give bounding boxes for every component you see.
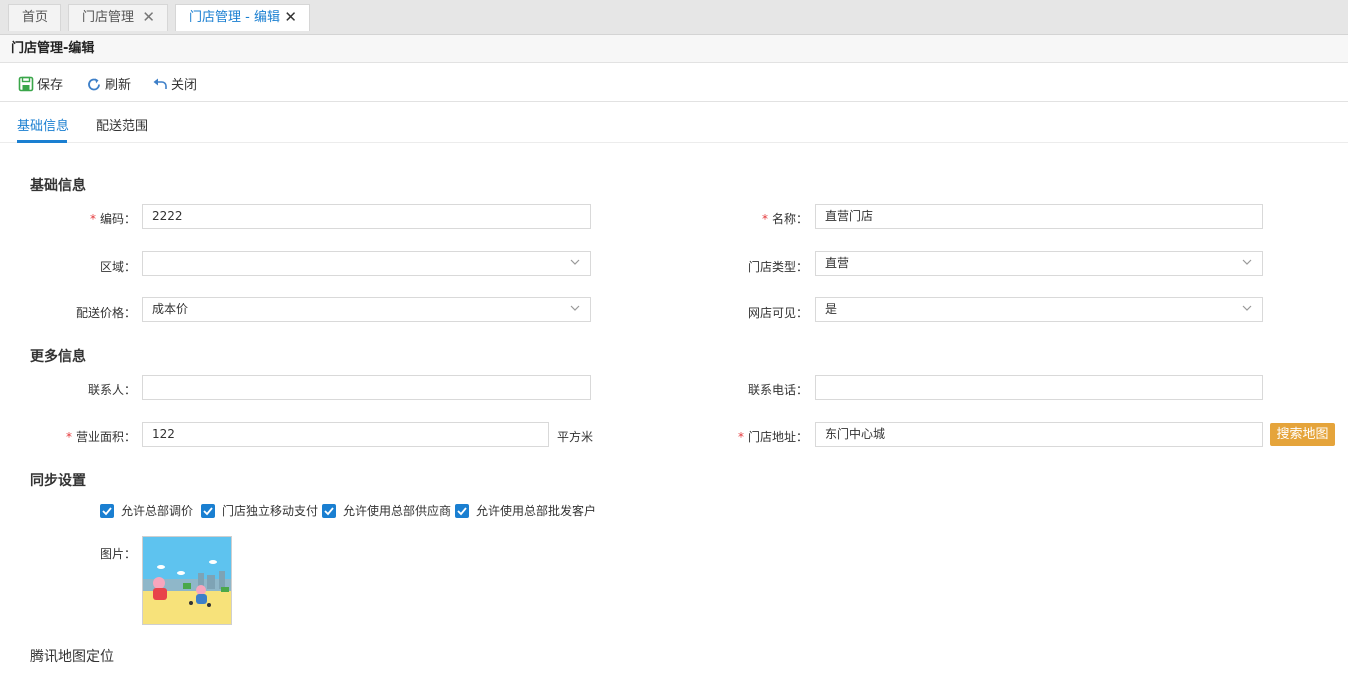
phone-label: 联系电话： bbox=[747, 383, 808, 397]
section-title-more: 更多信息 bbox=[30, 349, 86, 365]
checkbox-hq-price[interactable]: 允许总部调价 bbox=[100, 502, 193, 519]
tab-bar: 首页 门店管理 ✕ 门店管理 - 编辑 ✕ bbox=[0, 0, 1348, 35]
code-input[interactable]: 2222 bbox=[142, 204, 591, 229]
active-tab-indicator bbox=[17, 140, 67, 143]
online-visible-select[interactable]: 是 bbox=[815, 297, 1263, 322]
toolbar: 保存 刷新 关闭 bbox=[0, 64, 1348, 102]
tab-store-edit[interactable]: 门店管理 - 编辑 ✕ bbox=[175, 4, 310, 31]
checkbox-label: 允许总部调价 bbox=[121, 504, 194, 518]
address-label: * 门店地址： bbox=[737, 430, 808, 444]
checkbox-label: 门店独立移动支付 bbox=[222, 504, 319, 518]
area-input[interactable]: 122 bbox=[142, 422, 549, 447]
close-icon[interactable]: ✕ bbox=[142, 5, 155, 30]
save-button[interactable]: 保存 bbox=[18, 74, 63, 93]
delivery-price-value: 成本价 bbox=[152, 302, 189, 316]
save-icon bbox=[18, 76, 34, 91]
form-tabs: 基础信息 配送范围 bbox=[0, 102, 1348, 143]
checkbox-checked-icon[interactable] bbox=[201, 503, 215, 518]
tab-home[interactable]: 首页 bbox=[8, 4, 61, 31]
contact-label: 联系人： bbox=[87, 383, 136, 397]
chevron-down-icon bbox=[570, 259, 580, 265]
search-map-button[interactable]: 搜索地图 bbox=[1270, 423, 1335, 446]
checkbox-label: 允许使用总部供应商 bbox=[343, 504, 452, 518]
close-button[interactable]: 关闭 bbox=[152, 74, 197, 93]
tab-label: 门店管理 - 编辑 bbox=[189, 10, 280, 25]
chevron-down-icon bbox=[570, 305, 580, 311]
region-select[interactable] bbox=[142, 251, 591, 276]
store-type-value: 直营 bbox=[825, 256, 850, 270]
checkbox-hq-wholesale[interactable]: 允许使用总部批发客户 bbox=[455, 502, 596, 519]
area-label: * 营业面积： bbox=[65, 430, 136, 444]
cartoon-picture bbox=[143, 537, 231, 624]
save-label: 保存 bbox=[37, 78, 64, 93]
map-section-title: 腾讯地图定位 bbox=[30, 649, 114, 665]
address-input[interactable]: 东门中心城 bbox=[815, 422, 1263, 447]
delivery-price-select[interactable]: 成本价 bbox=[142, 297, 591, 322]
store-image[interactable] bbox=[142, 536, 232, 625]
name-input[interactable]: 直营门店 bbox=[815, 204, 1263, 229]
region-label: 区域： bbox=[99, 260, 136, 274]
chevron-down-icon bbox=[1242, 305, 1252, 311]
store-type-label: 门店类型： bbox=[747, 260, 808, 274]
checkbox-checked-icon[interactable] bbox=[322, 503, 336, 518]
refresh-icon bbox=[88, 78, 100, 90]
tab-store-management[interactable]: 门店管理 ✕ bbox=[68, 4, 168, 31]
chevron-down-icon bbox=[1242, 259, 1252, 265]
checkbox-label: 允许使用总部批发客户 bbox=[476, 504, 597, 518]
section-title-basic: 基础信息 bbox=[30, 178, 86, 194]
close-label: 关闭 bbox=[171, 78, 198, 93]
name-label: * 名称： bbox=[761, 212, 808, 226]
checkbox-checked-icon[interactable] bbox=[455, 503, 469, 518]
contact-input[interactable] bbox=[142, 375, 591, 400]
code-label: * 编码： bbox=[89, 212, 136, 226]
section-title-sync: 同步设置 bbox=[30, 473, 86, 489]
refresh-label: 刷新 bbox=[105, 78, 132, 93]
picture-label: 图片： bbox=[99, 547, 136, 561]
undo-arrow-icon bbox=[153, 78, 167, 89]
page-title: 门店管理-编辑 bbox=[0, 35, 1348, 63]
phone-input[interactable] bbox=[815, 375, 1263, 400]
refresh-button[interactable]: 刷新 bbox=[86, 74, 131, 93]
online-visible-label: 网店可见： bbox=[747, 306, 808, 320]
tab-label: 门店管理 bbox=[82, 10, 135, 25]
delivery-price-label: 配送价格： bbox=[75, 306, 136, 320]
tab-basic-info[interactable]: 基础信息 bbox=[17, 115, 69, 134]
online-visible-value: 是 bbox=[825, 302, 838, 316]
area-unit: 平方米 bbox=[557, 430, 594, 444]
store-type-select[interactable]: 直营 bbox=[815, 251, 1263, 276]
checkbox-checked-icon[interactable] bbox=[100, 503, 114, 518]
tab-label: 首页 bbox=[22, 10, 49, 25]
tab-delivery-range[interactable]: 配送范围 bbox=[96, 115, 148, 134]
close-icon[interactable]: ✕ bbox=[284, 5, 297, 30]
checkbox-mobile-pay[interactable]: 门店独立移动支付 bbox=[201, 502, 318, 519]
checkbox-hq-supplier[interactable]: 允许使用总部供应商 bbox=[322, 502, 451, 519]
